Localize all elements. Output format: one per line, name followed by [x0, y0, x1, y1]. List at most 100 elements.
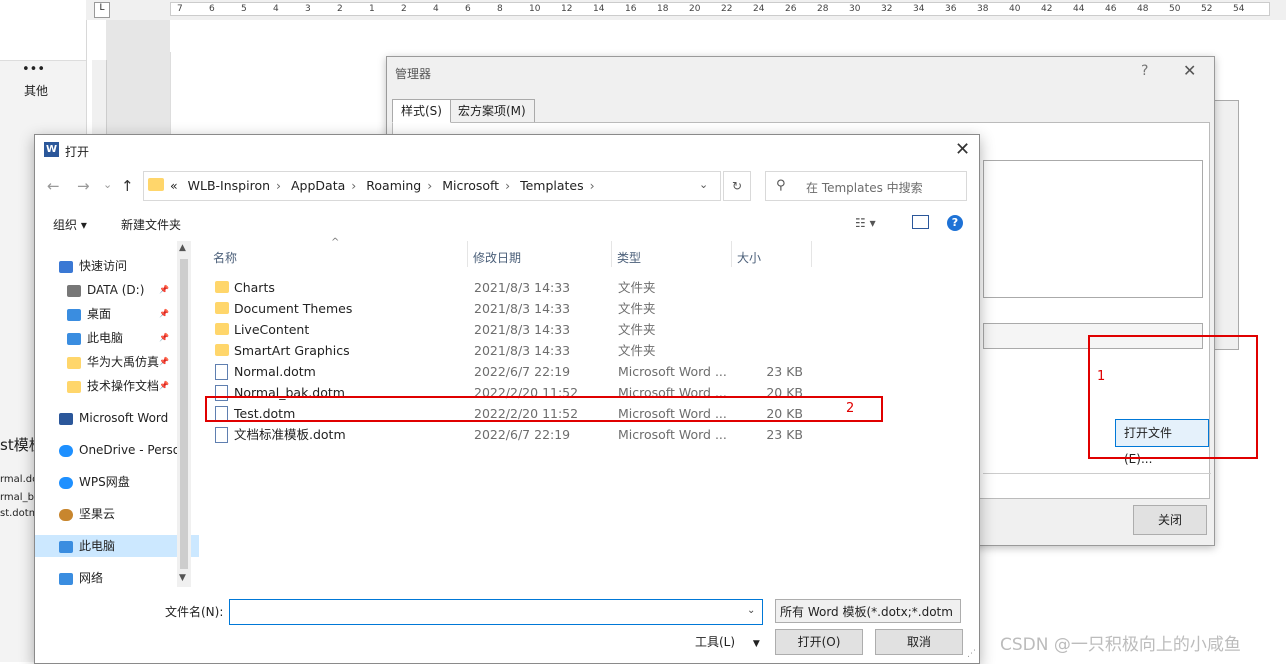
- column-divider[interactable]: [811, 241, 812, 267]
- file-row[interactable]: SmartArt Graphics 2021/8/3 14:33 文件夹: [205, 340, 805, 361]
- styles-list[interactable]: [983, 160, 1203, 298]
- cloud-icon: [59, 476, 73, 489]
- ruler-number: 26: [785, 4, 797, 14]
- breadcrumb[interactable]: « WLB-Inspiron › AppData › Roaming › Micros…: [170, 178, 601, 193]
- column-header-name[interactable]: 名称: [213, 249, 237, 266]
- file-row[interactable]: Charts 2021/8/3 14:33 文件夹: [205, 277, 805, 298]
- filename-label: 文件名(N):: [165, 605, 224, 619]
- view-options-icon[interactable]: ☷ ▾: [855, 216, 876, 230]
- nav-item-label: 此电脑: [87, 331, 124, 345]
- ruler-number: 6: [209, 4, 215, 14]
- tab-selector-icon[interactable]: L: [94, 2, 110, 18]
- breadcrumb-item[interactable]: Roaming: [366, 178, 421, 193]
- ruler-number: 18: [657, 4, 669, 14]
- pin-icon[interactable]: 📌: [159, 351, 169, 373]
- recent-locations-icon[interactable]: ⌄: [103, 178, 112, 191]
- nav-item[interactable]: 快速访问: [35, 255, 199, 277]
- resize-grip-icon[interactable]: ⋰: [967, 649, 976, 659]
- bg-text-normal: rmal.do: [0, 474, 39, 485]
- ruler-number: 46: [1105, 4, 1117, 14]
- column-divider[interactable]: [731, 241, 732, 267]
- file-row[interactable]: Normal.dotm 2022/6/7 22:19 Microsoft Word …: [205, 361, 805, 382]
- nut-icon: [59, 508, 73, 521]
- folder-icon: [67, 356, 81, 369]
- ruler-number: 20: [689, 4, 701, 14]
- forward-icon[interactable]: →: [77, 177, 90, 195]
- chevron-down-icon[interactable]: ⌄: [699, 178, 708, 191]
- help-icon[interactable]: ?: [1141, 63, 1148, 79]
- ruler-number: 36: [945, 4, 957, 14]
- scroll-thumb[interactable]: [180, 259, 188, 569]
- search-input[interactable]: 在 Templates 中搜索: [806, 179, 923, 196]
- help-icon[interactable]: ?: [947, 215, 963, 231]
- ruler-number: 2: [401, 4, 407, 14]
- tab-macro-items[interactable]: 宏方案项(M): [449, 99, 535, 123]
- new-folder-button[interactable]: 新建文件夹: [121, 216, 181, 233]
- ruler-number: 44: [1073, 4, 1085, 14]
- watermark: CSDN @一只积极向上的小咸鱼: [1000, 635, 1241, 655]
- ruler-number: 34: [913, 4, 925, 14]
- pin-icon[interactable]: 📌: [159, 375, 169, 397]
- address-bar[interactable]: « WLB-Inspiron › AppData › Roaming › Micros…: [143, 171, 721, 201]
- refresh-icon[interactable]: ↻: [723, 171, 751, 201]
- document-icon: [215, 364, 228, 380]
- breadcrumb-item[interactable]: Templates: [520, 178, 584, 193]
- column-header-size[interactable]: 大小: [737, 249, 761, 266]
- column-divider[interactable]: [467, 241, 468, 267]
- annotation-number-1: 1: [1097, 369, 1106, 384]
- ruler-number: 54: [1233, 4, 1245, 14]
- nav-item-label: OneDrive - Perso: [79, 443, 181, 457]
- up-icon[interactable]: ↑: [121, 177, 134, 195]
- pin-icon[interactable]: 📌: [159, 303, 169, 325]
- column-header-date[interactable]: 修改日期: [473, 249, 521, 266]
- preview-pane-icon[interactable]: [912, 215, 929, 229]
- close-icon[interactable]: ✕: [955, 139, 970, 160]
- horizontal-ruler[interactable]: 7 6 5 4 3 2 1 2 4 6 8 10 12 14 16 18 20 22 24 26 28 30 32 34 36 3…: [170, 2, 1270, 16]
- column-header-type[interactable]: 类型: [617, 249, 641, 266]
- breadcrumb-item[interactable]: WLB-Inspiron: [188, 178, 270, 193]
- nav-item[interactable]: WPS网盘: [35, 471, 199, 493]
- tab-styles[interactable]: 样式(S): [392, 99, 451, 123]
- nav-item-label: 技术操作文档: [87, 379, 160, 393]
- back-icon[interactable]: ←: [47, 177, 60, 195]
- breadcrumb-item[interactable]: AppData: [291, 178, 345, 193]
- nav-item-label: 快速访问: [79, 259, 128, 273]
- filename-input[interactable]: [229, 599, 763, 625]
- tools-menu[interactable]: 工具(L) ▼: [695, 633, 760, 650]
- scroll-down-icon[interactable]: ▼: [179, 573, 186, 583]
- ruler-number: 2: [337, 4, 343, 14]
- organize-button[interactable]: 组织 ▾: [53, 216, 87, 233]
- pin-icon[interactable]: 📌: [159, 327, 169, 349]
- file-date: 2022/6/7 22:19: [474, 364, 571, 379]
- column-divider[interactable]: [611, 241, 612, 267]
- nav-item[interactable]: 此电脑: [35, 535, 199, 557]
- search-box[interactable]: ⚲ 在 Templates 中搜索: [765, 171, 967, 201]
- cloud-icon: [59, 444, 73, 457]
- nav-item[interactable]: 网络: [35, 567, 199, 589]
- file-row[interactable]: LiveContent 2021/8/3 14:33 文件夹: [205, 319, 805, 340]
- annotation-box-1: [1088, 335, 1258, 459]
- nav-item[interactable]: OneDrive - Perso: [35, 439, 199, 461]
- word-app-icon: W: [44, 142, 59, 157]
- nav-item[interactable]: Microsoft Word: [35, 407, 199, 429]
- nav-scrollbar[interactable]: ▲ ▼: [177, 241, 191, 587]
- manager-backdrop: [1212, 100, 1239, 350]
- nav-item[interactable]: 坚果云: [35, 503, 199, 525]
- pin-icon[interactable]: 📌: [159, 279, 169, 301]
- cancel-button[interactable]: 取消: [875, 629, 963, 655]
- scroll-up-icon[interactable]: ▲: [179, 243, 186, 253]
- chevron-down-icon[interactable]: ⌄: [747, 605, 755, 616]
- open-button[interactable]: 打开(O): [775, 629, 863, 655]
- file-row[interactable]: 文档标准模板.dotm 2022/6/7 22:19 Microsoft Word …: [205, 424, 805, 445]
- file-row[interactable]: Document Themes 2021/8/3 14:33 文件夹: [205, 298, 805, 319]
- breadcrumb-overflow[interactable]: «: [170, 178, 178, 193]
- file-type: 文件夹: [618, 322, 656, 337]
- nav-item-label: WPS网盘: [79, 475, 130, 489]
- manager-title: 管理器: [395, 67, 432, 81]
- ruler-number: 12: [561, 4, 573, 14]
- close-icon[interactable]: ✕: [1183, 61, 1196, 80]
- breadcrumb-item[interactable]: Microsoft: [442, 178, 499, 193]
- folder-icon: [148, 178, 164, 191]
- close-button[interactable]: 关闭: [1133, 505, 1207, 535]
- file-type-select[interactable]: 所有 Word 模板(*.dotx;*.dotm: [775, 599, 961, 623]
